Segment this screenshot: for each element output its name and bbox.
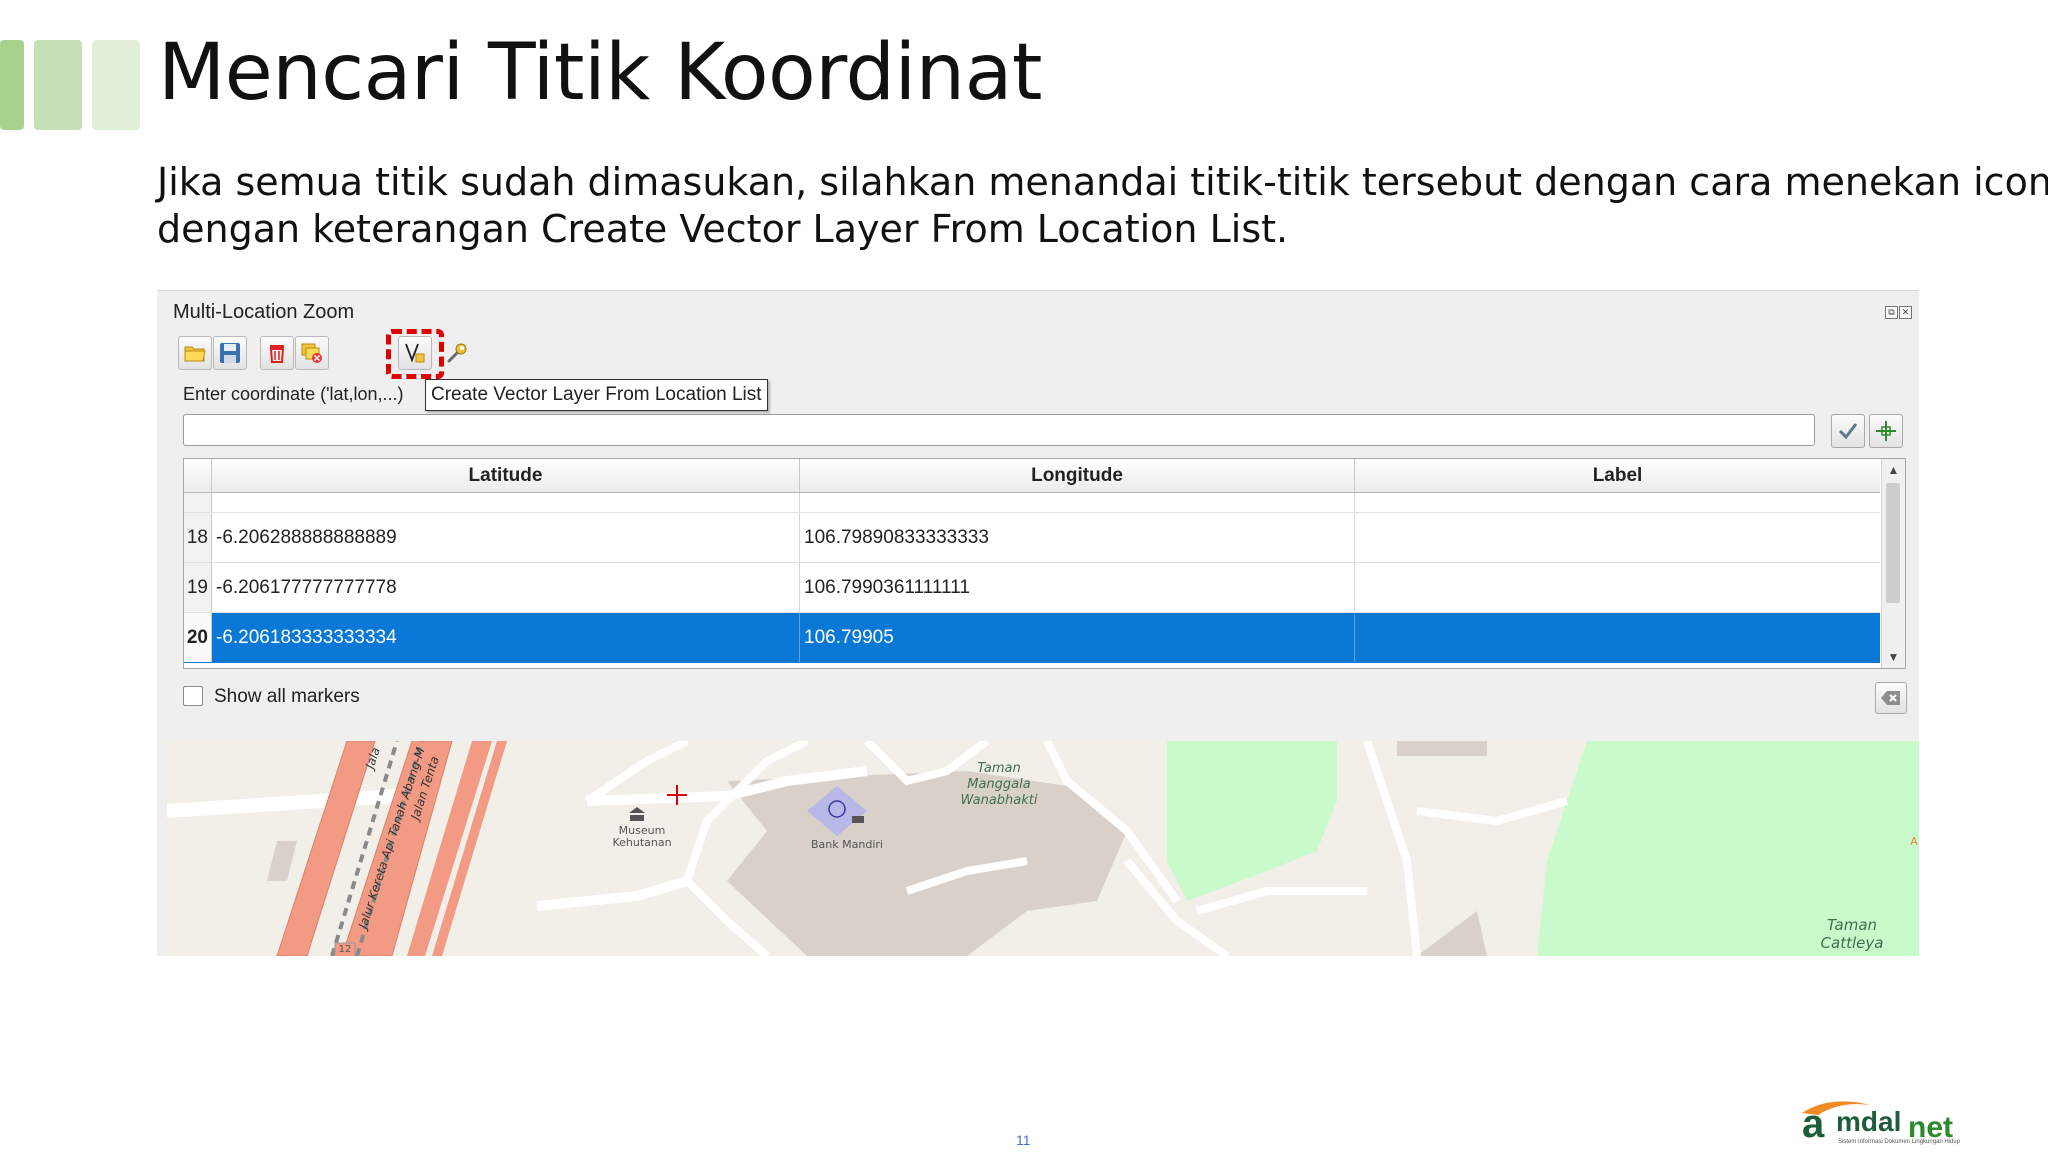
capture-coordinate-button[interactable] [1869,414,1903,448]
coordinate-label: Enter coordinate ('lat,lon,...) [183,384,404,404]
label-cell[interactable] [1355,493,1880,512]
logo-text-a: a [1802,1102,1825,1145]
row-number-header [184,459,212,492]
latitude-cell[interactable]: -6.206288888888889 [212,513,800,562]
latitude-cell[interactable]: -6.206177777777778 [212,563,800,612]
location-table: Latitude Longitude Label 17 -6.206419444… [183,458,1906,669]
building-area [1397,741,1487,756]
row-number: 19 [184,563,212,612]
save-button[interactable] [213,336,247,370]
tooltip: Create Vector Layer From Location List [425,379,768,411]
map-label-line: Kehutanan [612,836,672,849]
row-number: 18 [184,513,212,562]
row-number: 17 [184,493,212,512]
route-shield-label: 12 [338,944,352,955]
table-header: Latitude Longitude Label [184,459,1880,493]
latitude-cell[interactable]: -6.206183333333334 [212,613,800,662]
label-cell[interactable] [1355,563,1880,612]
close-icon[interactable]: ✕ [1899,306,1912,319]
logo-tagline: Sistem Informasi Dokumen Lingkungan Hidu… [1838,1139,1961,1145]
longitude-cell[interactable]: 106.7990361111111 [800,563,1355,612]
settings-button[interactable] [440,336,474,370]
float-icon[interactable]: ⧉ [1885,306,1898,319]
table-row[interactable]: 19 -6.206177777777778 106.7990361111111 [184,563,1880,613]
table-row[interactable]: 17 -6.206419444444444 106.79925 [184,493,1880,513]
longitude-cell[interactable]: 106.79905 [800,613,1355,662]
clear-list-icon [301,343,322,363]
slide-body-line: dengan keterangan Create Vector Layer Fr… [157,207,1289,251]
map-label-park: Taman Cattleya [1817,916,1887,952]
clear-list-button[interactable] [295,336,329,370]
show-all-markers-label: Show all markers [214,686,360,707]
scroll-down-icon[interactable]: ▼ [1882,646,1905,668]
column-header-latitude[interactable]: Latitude [212,459,800,492]
show-all-markers-checkbox[interactable] [183,686,203,706]
slide-decoration-bar [0,40,24,130]
slide-body-line: Jika semua titik sudah dimasukan, silahk… [157,160,2048,204]
slide-body: Jika semua titik sudah dimasukan, silahk… [157,159,2048,253]
settings-wrench-icon [447,343,467,363]
delete-icon [269,345,285,363]
map-label-park: Taman Manggala Wanabhakti [959,761,1039,809]
highlight-box [386,329,444,379]
checkmark-icon [1838,423,1858,440]
coordinate-input[interactable] [183,414,1815,446]
map-canvas[interactable]: Taman Manggala Wanabhakti Museum Kehutan… [167,741,1919,956]
vertical-scrollbar[interactable]: ▲ ▼ [1881,459,1905,668]
column-header-label[interactable]: Label [1355,459,1880,492]
map-label-line: Taman [977,761,1021,776]
amdalnet-logo-graphic: a mdal net Sistem Informasi Dokumen Ling… [1802,1101,1961,1146]
longitude-cell[interactable]: 106.79890833333333 [800,513,1355,562]
map-edge-label: A [1910,835,1918,848]
map-label-line: Taman [1826,916,1878,934]
backspace-icon [1881,691,1900,705]
table-body: 17 -6.206419444444444 106.79925 18 -6.20… [184,493,1880,668]
crosshair-icon [1876,421,1896,441]
amdalnet-logo: a mdal net Sistem Informasi Dokumen Ling… [1800,1095,2040,1146]
page-number: 11 [1016,1132,1031,1148]
map-label-line: Cattleya [1820,934,1884,952]
longitude-cell[interactable]: 106.79925 [800,493,1355,512]
table-row-selected[interactable]: 20 -6.206183333333334 106.79905 [184,613,1880,663]
slide-title: Mencari Titik Koordinat [158,28,1042,118]
map-label-line: Wanabhakti [960,793,1038,808]
slide-decoration-bar [34,40,82,130]
map-label-bank: Bank Mandiri [811,838,883,851]
latitude-cell[interactable]: -6.206419444444444 [212,493,800,512]
table-row[interactable]: 18 -6.206288888888889 106.79890833333333 [184,513,1880,563]
save-icon [220,343,240,363]
delete-button[interactable] [260,336,294,370]
map-label-museum: Museum Kehutanan [607,825,677,849]
open-folder-button[interactable] [178,336,212,370]
label-cell[interactable] [1355,613,1880,662]
panel-title: Multi-Location Zoom [173,301,355,323]
label-cell[interactable] [1355,513,1880,562]
scroll-up-icon[interactable]: ▲ [1882,459,1905,481]
logo-text-mdal: mdal [1836,1106,1901,1137]
multi-location-zoom-panel: Multi-Location Zoom ⧉ ✕ Enter coordinate… [157,290,1919,956]
map-label-line: Manggala [967,777,1031,792]
row-number: 20 [184,613,212,662]
apply-coordinate-button[interactable] [1831,414,1865,448]
scrollbar-thumb[interactable] [1886,483,1900,603]
slide-decoration-bar [92,40,140,130]
clear-markers-button[interactable] [1875,682,1907,714]
column-header-longitude[interactable]: Longitude [800,459,1355,492]
open-folder-icon [184,346,206,362]
